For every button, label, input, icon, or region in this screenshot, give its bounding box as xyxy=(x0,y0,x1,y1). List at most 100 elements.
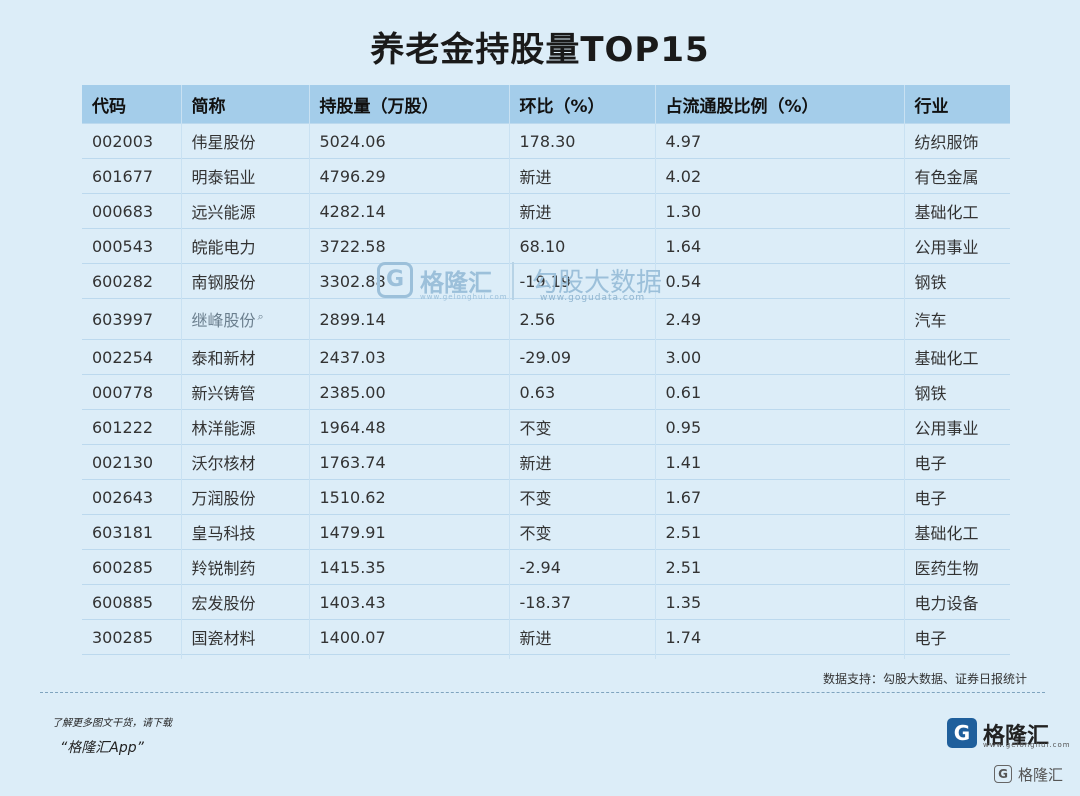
table-row: 600285 羚锐制药 1415.35 -2.94 2.51 医药生物 xyxy=(82,549,1010,585)
table-row: 000543 皖能电力 3722.58 68.10 1.64 公用事业 xyxy=(82,228,1010,264)
table-row: 000683 远兴能源 4282.14 新进 1.30 基础化工 xyxy=(82,193,1010,229)
change-cell: 不变 xyxy=(508,479,655,515)
code-cell: 000543 xyxy=(82,228,181,264)
industry-cell: 电子 xyxy=(903,479,1010,515)
ratio-cell: 1.74 xyxy=(654,619,904,655)
ratio-cell: 2.49 xyxy=(654,298,904,340)
name-cell: 新兴铸管 xyxy=(180,374,309,410)
holding-cell: 2385.00 xyxy=(308,374,509,410)
table-row: 002643 万润股份 1510.62 不变 1.67 电子 xyxy=(82,479,1010,515)
empty-cell xyxy=(308,654,509,659)
code-cell: 600285 xyxy=(82,549,181,585)
ratio-cell: 2.51 xyxy=(654,514,904,550)
name-cell: 宏发股份 xyxy=(180,584,309,620)
stock-name-link[interactable]: 继峰股份 xyxy=(192,311,256,330)
change-cell: 不变 xyxy=(508,514,655,550)
empty-cell xyxy=(903,654,1010,659)
ratio-cell: 2.51 xyxy=(654,549,904,585)
change-cell: 新进 xyxy=(508,193,655,229)
industry-cell: 基础化工 xyxy=(903,339,1010,375)
table-row: 002130 沃尔核材 1763.74 新进 1.41 电子 xyxy=(82,444,1010,480)
name-cell: 伟星股份 xyxy=(180,123,309,159)
holding-cell: 4796.29 xyxy=(308,158,509,194)
ratio-cell: 1.67 xyxy=(654,479,904,515)
name-cell: 皇马科技 xyxy=(180,514,309,550)
table-row: 300285 国瓷材料 1400.07 新进 1.74 电子 xyxy=(82,619,1010,655)
table-header: 代码 简称 持股量（万股） 环比（%） 占流通股比例（%） 行业 xyxy=(82,85,1010,124)
source-note: 数据支持：勾股大数据、证券日报统计 xyxy=(822,672,1027,686)
watermark-brand-url: www.gelonghui.com xyxy=(420,293,508,301)
holding-cell: 1403.43 xyxy=(308,584,509,620)
industry-cell: 钢铁 xyxy=(903,374,1010,410)
dashed-divider xyxy=(40,692,1045,693)
table-row: 002003 伟星股份 5024.06 178.30 4.97 纺织服饰 xyxy=(82,123,1010,159)
name-cell: 远兴能源 xyxy=(180,193,309,229)
column-header: 简称 xyxy=(180,85,309,124)
code-cell: 000778 xyxy=(82,374,181,410)
change-cell: 0.63 xyxy=(508,374,655,410)
holding-cell: 1479.91 xyxy=(308,514,509,550)
promo-text: 了解更多图文干货，请下载 xyxy=(52,718,172,729)
industry-cell: 钢铁 xyxy=(903,263,1010,299)
holding-cell: 2899.14 xyxy=(308,298,509,340)
ratio-cell: 4.97 xyxy=(654,123,904,159)
code-cell: 000683 xyxy=(82,193,181,229)
table-row: 000778 新兴铸管 2385.00 0.63 0.61 钢铁 xyxy=(82,374,1010,410)
ratio-cell: 0.61 xyxy=(654,374,904,410)
empty-cell xyxy=(654,654,904,659)
table-row: 601677 明泰铝业 4796.29 新进 4.02 有色金属 xyxy=(82,158,1010,194)
code-cell: 601677 xyxy=(82,158,181,194)
table-row: 601222 林洋能源 1964.48 不变 0.95 公用事业 xyxy=(82,409,1010,445)
column-header: 环比（%） xyxy=(508,85,655,124)
code-cell: 300285 xyxy=(82,619,181,655)
industry-cell: 电子 xyxy=(903,619,1010,655)
name-cell[interactable]: 继峰股份 ⌕ xyxy=(180,298,309,340)
name-cell: 皖能电力 xyxy=(180,228,309,264)
holding-cell: 3722.58 xyxy=(308,228,509,264)
holding-cell: 1510.62 xyxy=(308,479,509,515)
code-cell: 601222 xyxy=(82,409,181,445)
ratio-cell: 1.41 xyxy=(654,444,904,480)
logo-url: www.gelonghui.com xyxy=(983,741,1071,749)
column-header: 持股量（万股） xyxy=(308,85,509,124)
industry-cell: 医药生物 xyxy=(903,549,1010,585)
change-cell: 新进 xyxy=(508,444,655,480)
industry-cell: 电力设备 xyxy=(903,584,1010,620)
watermark-logo-icon: G xyxy=(377,262,413,298)
code-cell: 600885 xyxy=(82,584,181,620)
name-cell: 泰和新材 xyxy=(180,339,309,375)
empty-cell xyxy=(508,654,655,659)
holding-cell: 4282.14 xyxy=(308,193,509,229)
table-row-tail xyxy=(82,654,1010,659)
change-cell: 不变 xyxy=(508,409,655,445)
name-cell: 南钢股份 xyxy=(180,263,309,299)
name-cell: 羚锐制药 xyxy=(180,549,309,585)
name-cell: 沃尔核材 xyxy=(180,444,309,480)
industry-cell: 基础化工 xyxy=(903,193,1010,229)
code-cell: 002643 xyxy=(82,479,181,515)
code-cell: 603181 xyxy=(82,514,181,550)
change-cell: 68.10 xyxy=(508,228,655,264)
change-cell: -18.37 xyxy=(508,584,655,620)
corner-logo-icon: G xyxy=(994,765,1012,783)
holding-cell: 1415.35 xyxy=(308,549,509,585)
industry-cell: 纺织服饰 xyxy=(903,123,1010,159)
promo-app-name: “格隆汇App” xyxy=(60,740,144,756)
industry-cell: 有色金属 xyxy=(903,158,1010,194)
change-cell: 178.30 xyxy=(508,123,655,159)
industry-cell: 公用事业 xyxy=(903,409,1010,445)
code-cell: 603997 xyxy=(82,298,181,340)
ratio-cell: 0.54 xyxy=(654,263,904,299)
code-cell: 002003 xyxy=(82,123,181,159)
corner-brand: 格隆汇 xyxy=(1018,766,1064,784)
page-title: 养老金持股量TOP15 xyxy=(370,30,710,70)
table-row: 603181 皇马科技 1479.91 不变 2.51 基础化工 xyxy=(82,514,1010,550)
watermark-divider xyxy=(512,262,514,300)
industry-cell: 电子 xyxy=(903,444,1010,480)
change-cell: -2.94 xyxy=(508,549,655,585)
code-cell: 002130 xyxy=(82,444,181,480)
ratio-cell: 1.30 xyxy=(654,193,904,229)
table-row: 002254 泰和新材 2437.03 -29.09 3.00 基础化工 xyxy=(82,339,1010,375)
column-header: 行业 xyxy=(903,85,1010,124)
search-icon[interactable]: ⌕ xyxy=(258,310,264,323)
